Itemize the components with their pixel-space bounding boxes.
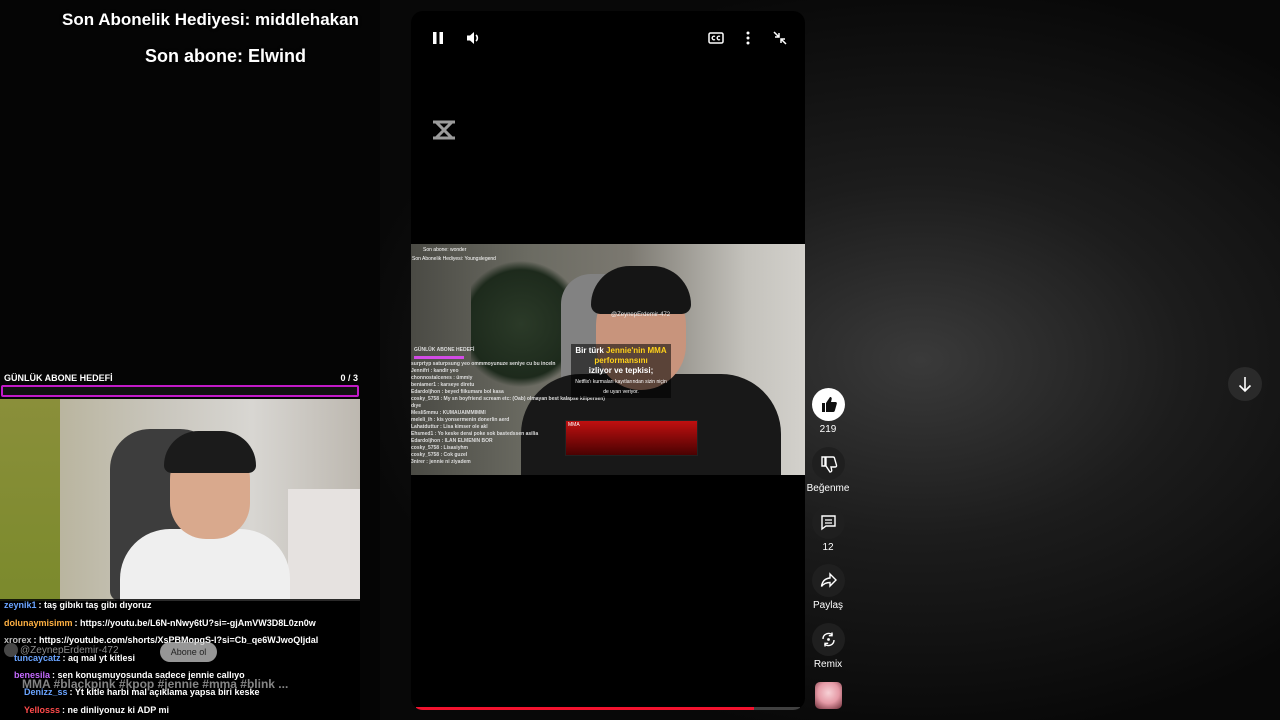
webcam-shirt [120, 529, 290, 601]
inner-goal-bar [414, 356, 464, 359]
webcam-door [0, 399, 60, 601]
like-action: 219 [806, 388, 850, 435]
last-sub-text: Son abone: Elwind [145, 46, 306, 66]
arrow-down-icon [1238, 377, 1252, 393]
inner-chat-line: beniamer1 : karseye diretu [411, 382, 475, 388]
more-vert-icon [746, 31, 750, 45]
comment-count: 12 [822, 542, 834, 553]
inner-goal-label: GÜNLÜK ABONE HEDEFİ [414, 347, 475, 353]
inner-chat-line: Edardoljhon : beyed fiikumanı bol kasa [411, 389, 504, 395]
inner-chat-line: Lahatduttur : Lisa kimser ole akl [411, 424, 488, 430]
share-icon [820, 572, 837, 588]
remix-label: Remix [813, 659, 843, 670]
caption-small: Netflix'ı kurmaları kayıtlarından sizin … [575, 379, 667, 395]
inner-caption: Bir türk Jennie'nin MMA performansını iz… [571, 344, 671, 398]
chat-text: : https://youtu.be/L6N-nNwy6tU?si=-gjAmV… [74, 618, 316, 628]
shorts-player[interactable]: Son abone: wonder Son Abonelik Hediyesi:… [411, 11, 805, 710]
inner-chat-line: dıye [411, 403, 422, 409]
share-action: Paylaş [806, 564, 850, 611]
inner-chat-line: Jennifri : kandir yeo [411, 368, 459, 374]
inner-gift-line: Son Abonelik Hediyesi: Youngslegend [412, 256, 496, 262]
channel-avatar[interactable] [4, 643, 18, 657]
pause-button[interactable] [427, 27, 449, 49]
comments-action: 12 [806, 506, 850, 553]
inner-chat-line: Edardoljhon : ILAN ELMENIN BOR [411, 438, 493, 444]
playback-progress-fill [416, 707, 754, 710]
inner-chat-line: meleli_ih : kis yonsermenin donerlin aer… [411, 417, 510, 423]
inner-chat-line: Mesli5mmu : KUMAUAIMMIMMI [411, 410, 486, 416]
inner-sub-line: Son abone: wonder [423, 247, 467, 253]
sound-thumbnail[interactable] [815, 682, 842, 709]
inner-chat-line: surprtyp saturpsung yeo ommmoyunuze seni… [411, 361, 556, 367]
volume-icon [467, 32, 479, 44]
captions-button[interactable] [705, 27, 727, 49]
inner-chat-line: Ehsmed1 : Yo keske derai poke sok basted… [411, 431, 539, 437]
chat-message: Yellosss: ne dinliyonuz ki ADP mi [24, 705, 169, 715]
webcam-bed [288, 489, 360, 601]
chat-text: : ne dinliyonuz ki ADP mi [62, 705, 170, 715]
remix-action: Remix [806, 623, 850, 670]
pause-icon [433, 32, 443, 44]
share-label: Paylaş [812, 600, 843, 611]
volume-button[interactable] [463, 27, 485, 49]
dislike-label: Beğenme [806, 483, 850, 494]
chat-username: zeynik1 [4, 600, 37, 610]
video-hashtags[interactable]: MMA #blackpink #kpop #jennie #mma #blink… [22, 677, 288, 691]
caption-highlight: Jennie'nin MMA performansını [594, 346, 667, 365]
collapse-icon [773, 31, 787, 45]
next-video-button[interactable] [1228, 367, 1262, 401]
capcut-logo-icon [433, 120, 455, 140]
inner-chat-line: 3nirer : jennie ni ziyadem [411, 459, 471, 465]
stream-overlay-header: Son Abonelik Hediyesi: middlehakan Son a… [0, 0, 460, 80]
goal-label: GÜNLÜK ABONE HEDEFİ [4, 373, 113, 383]
dislike-action: Beğenme [806, 447, 850, 494]
inner-stage-label: MMA [568, 422, 580, 428]
chat-message: dolunaymisimm: https://youtu.be/L6N-nNwy… [4, 618, 316, 628]
remix-button[interactable] [811, 623, 845, 656]
last-gift-text: Son Abonelik Hediyesi: middlehakan [62, 10, 359, 29]
dislike-button[interactable] [811, 447, 845, 480]
cc-icon [708, 32, 724, 44]
video-headphones [591, 266, 691, 314]
comments-button[interactable] [811, 506, 845, 539]
channel-handle[interactable]: @ZeynepErdemir-472 [20, 645, 119, 656]
remix-icon [821, 632, 835, 647]
inner-chat-line: chonnostalcenes : ümmiy [411, 375, 473, 381]
share-button[interactable] [811, 564, 845, 597]
video-tree [471, 249, 571, 399]
more-options-button[interactable] [737, 27, 759, 49]
chat-message: zeynik1: taş gibıkı taş gibı dıyoruz [4, 600, 152, 610]
like-count: 219 [819, 424, 837, 435]
inner-chat-line: cosky_5758 : Cok guzel [411, 452, 468, 458]
webcam-headphones [164, 431, 256, 473]
exit-fullscreen-button[interactable] [769, 27, 791, 49]
thumbs-down-icon [820, 456, 837, 473]
embedded-video-frame: Son abone: wonder Son Abonelik Hediyesi:… [411, 244, 805, 475]
streamer-webcam [0, 399, 360, 601]
chat-message: xrorex: https://youtube.com/shorts/XsPBM… [4, 635, 318, 645]
subscribe-button[interactable]: Abone ol [160, 642, 217, 662]
caption-prefix: Bir türk [575, 346, 607, 355]
thumbs-up-icon [821, 397, 837, 412]
daily-sub-goal: GÜNLÜK ABONE HEDEFİ 0 / 3 [0, 370, 360, 398]
comment-icon [820, 515, 836, 531]
like-button[interactable] [811, 388, 845, 421]
inner-chat-line: cosky_5758 : Lisasiyhm [411, 445, 468, 451]
chat-text: : taş gibıkı taş gibı dıyoruz [38, 600, 152, 610]
goal-count: 0 / 3 [340, 373, 358, 383]
goal-progress-track [1, 385, 359, 397]
caption-suffix: izliyor ve tepkisi; [588, 366, 654, 375]
chat-username: Yellosss [24, 705, 61, 715]
inner-stage-clip: MMA [565, 420, 698, 456]
inner-watermark: @ZeynepErdemir-472 [611, 312, 671, 318]
chat-username: dolunaymisimm [4, 618, 73, 628]
playback-progress-track[interactable] [416, 707, 800, 710]
